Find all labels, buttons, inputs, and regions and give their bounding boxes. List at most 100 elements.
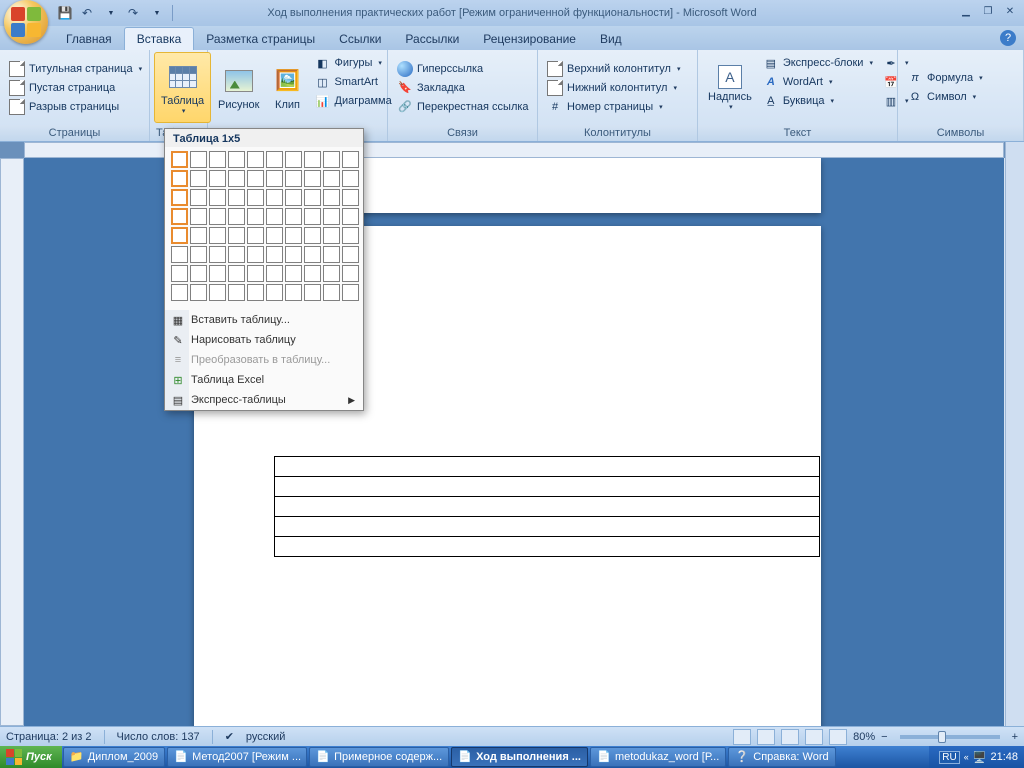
table-grid-cell[interactable] [209,170,226,187]
table-grid-cell[interactable] [190,246,207,263]
crossref-button[interactable]: 🔗Перекрестная ссылка [394,98,532,116]
table-grid-cell[interactable] [285,227,302,244]
tab-mailings[interactable]: Рассылки [393,28,471,50]
view-weblayout-button[interactable] [781,729,799,745]
symbol-button[interactable]: ΩСимвол▾ [904,88,986,106]
table-grid-cell[interactable] [342,227,359,244]
table-grid-cell[interactable] [228,284,245,301]
table-grid-cell[interactable] [323,189,340,206]
table-grid-cell[interactable] [323,246,340,263]
table-grid-cell[interactable] [190,227,207,244]
table-grid-cell[interactable] [228,151,245,168]
chart-button[interactable]: 📊Диаграмма [312,92,395,110]
taskbar-item-folder[interactable]: 📁Диплом_2009 [63,747,165,767]
table-grid-cell[interactable] [266,189,283,206]
table-grid-cell[interactable] [247,246,264,263]
close-icon[interactable]: ✕ [1002,4,1018,18]
insert-table-item[interactable]: ▦Вставить таблицу... [165,310,363,330]
footer-button[interactable]: Нижний колонтитул▾ [544,79,683,97]
picture-button[interactable]: Рисунок [212,52,266,123]
dropcap-button[interactable]: A̲Буквица▾ [760,92,876,110]
view-draft-button[interactable] [829,729,847,745]
table-grid-cell[interactable] [247,227,264,244]
table-grid-cell[interactable] [304,284,321,301]
tray-icon[interactable]: 🖥️ [973,751,987,764]
minimize-icon[interactable]: ▁ [958,4,974,18]
table-grid-cell[interactable] [342,208,359,225]
wordart-button[interactable]: AWordArt▾ [760,73,876,91]
table-grid-cell[interactable] [323,265,340,282]
table-grid-cell[interactable] [266,284,283,301]
table-grid-cell[interactable] [171,246,188,263]
quick-tables-item[interactable]: ▤Экспресс-таблицы▶ [165,390,363,410]
table-grid-cell[interactable] [190,151,207,168]
table-grid-cell[interactable] [285,284,302,301]
spellcheck-icon[interactable]: ✔ [225,730,234,743]
taskbar-item-help[interactable]: ❔Справка: Word [728,747,835,767]
quickparts-button[interactable]: ▤Экспресс-блоки▾ [760,54,876,72]
table-grid-cell[interactable] [247,170,264,187]
status-language[interactable]: русский [246,731,285,743]
tray-clock[interactable]: 21:48 [990,751,1018,763]
table-grid-cell[interactable] [304,246,321,263]
table-grid-cell[interactable] [285,151,302,168]
table-grid-cell[interactable] [342,246,359,263]
draw-table-item[interactable]: ✎Нарисовать таблицу [165,330,363,350]
table-grid-cell[interactable] [171,170,188,187]
table-grid-cell[interactable] [171,208,188,225]
table-grid-cell[interactable] [247,208,264,225]
table-grid-cell[interactable] [228,170,245,187]
table-grid-cell[interactable] [171,151,188,168]
table-grid-cell[interactable] [285,170,302,187]
taskbar-item-word2[interactable]: 📄Примерное содерж... [309,747,449,767]
table-grid-cell[interactable] [266,208,283,225]
zoom-slider-handle[interactable] [938,731,946,743]
undo-icon[interactable]: ↶ [78,4,96,22]
textbox-button[interactable]: AНадпись▾ [702,52,758,123]
table-grid-cell[interactable] [209,189,226,206]
taskbar-item-word1[interactable]: 📄Метод2007 [Режим ... [167,747,307,767]
table-grid-cell[interactable] [266,246,283,263]
table-grid-cell[interactable] [228,246,245,263]
tab-insert[interactable]: Вставка [124,27,195,50]
table-grid-cell[interactable] [171,189,188,206]
tab-review[interactable]: Рецензирование [471,28,588,50]
table-grid-cell[interactable] [228,265,245,282]
pagenum-button[interactable]: #Номер страницы▾ [544,98,683,116]
table-grid-cell[interactable] [190,284,207,301]
equation-button[interactable]: πФормула▾ [904,69,986,87]
view-fullscreen-button[interactable] [757,729,775,745]
table-grid-cell[interactable] [209,208,226,225]
tab-view[interactable]: Вид [588,28,634,50]
table-grid-cell[interactable] [209,246,226,263]
table-grid-cell[interactable] [304,265,321,282]
vertical-ruler[interactable] [0,158,24,726]
table-size-grid[interactable] [165,147,363,310]
blank-page-button[interactable]: Пустая страница [6,79,145,97]
table-grid-cell[interactable] [266,227,283,244]
smartart-button[interactable]: ◫SmartArt [312,73,395,91]
view-printlayout-button[interactable] [733,729,751,745]
table-grid-cell[interactable] [304,151,321,168]
table-grid-cell[interactable] [247,265,264,282]
table-grid-cell[interactable] [285,246,302,263]
table-grid-cell[interactable] [228,208,245,225]
status-zoom[interactable]: 80% [853,731,875,743]
table-grid-cell[interactable] [342,265,359,282]
table-grid-cell[interactable] [266,265,283,282]
table-grid-cell[interactable] [190,170,207,187]
table-grid-cell[interactable] [266,151,283,168]
tab-references[interactable]: Ссылки [327,28,393,50]
start-button[interactable]: Пуск [0,746,62,768]
table-button[interactable]: Таблица ▾ [154,52,211,123]
table-grid-cell[interactable] [304,189,321,206]
table-grid-cell[interactable] [247,151,264,168]
redo-icon[interactable]: ↷ [124,4,142,22]
help-icon[interactable]: ? [1000,30,1016,46]
table-grid-cell[interactable] [209,151,226,168]
clip-button[interactable]: 🖼️Клип [266,52,310,123]
table-grid-cell[interactable] [190,189,207,206]
table-grid-cell[interactable] [323,284,340,301]
undo-dropdown-icon[interactable]: ▼ [102,4,120,22]
tab-home[interactable]: Главная [54,28,124,50]
